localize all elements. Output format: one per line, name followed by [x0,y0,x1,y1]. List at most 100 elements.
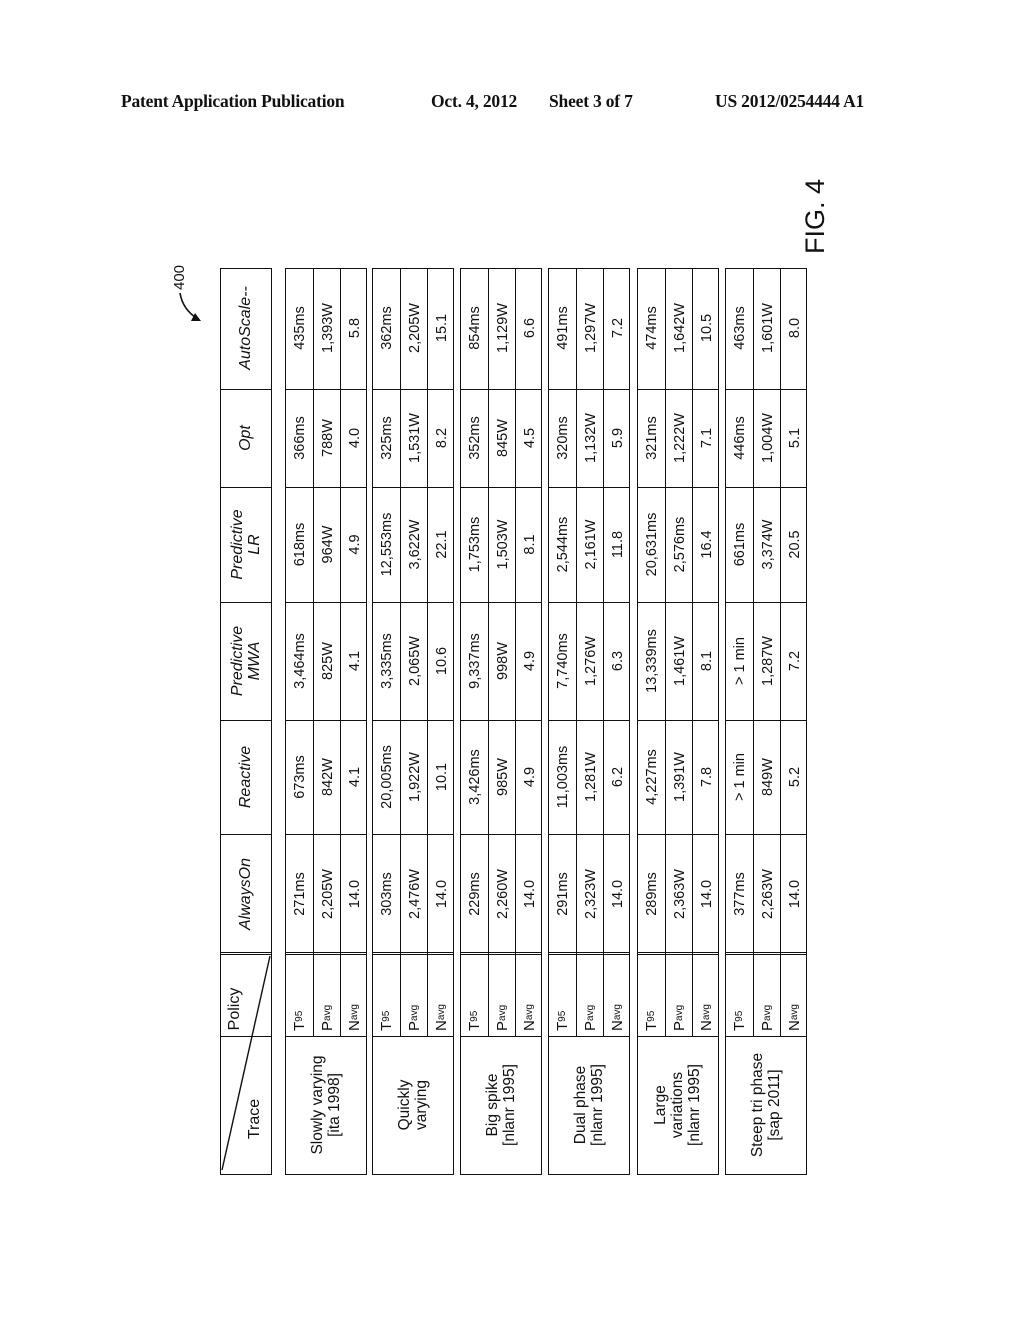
table-cell: 854ms [467,306,483,350]
metric-label: Navg [520,1004,538,1031]
table-cell: 4.1 [346,766,363,788]
trace-group: Slowly varying [ita 1998] T 95 271ms 673ms 3,4… [285,268,367,1175]
table-cell: 788W [319,419,336,457]
table-cell: 5.2 [786,766,803,788]
policy-header: Predictive LR [221,487,270,602]
metric-label: Navg [608,1004,626,1031]
trace-label: Steep tri phase [sap 2011] [726,1036,805,1174]
policy-header: AlwaysOn [221,834,270,954]
policy-name-line1: Opt [237,425,254,451]
table-cell: 1,132W [582,413,599,463]
table-cell: 8.2 [433,427,450,449]
table-cell: 3,622W [406,519,423,570]
table-cell: 303ms [379,872,395,916]
table-cell: 7,740ms [555,633,571,689]
metric-label: Pavg [670,1004,688,1031]
table-cell: 10.1 [433,762,450,792]
results-table: Trace Policy AlwaysOn Reactive Predictive MWA… [220,268,807,1175]
trace-label-line: [sap 2011] [765,1069,783,1141]
trace-label-line: [nlanr 1995] [686,1064,703,1146]
metric-symbol: T [378,1021,395,1031]
metric-label: Navg [432,1004,450,1031]
metric-label: Pavg [493,1004,511,1031]
table-header: Trace Policy AlwaysOn Reactive Predictive MWA… [220,268,272,1175]
metric-label: Navg [785,1004,803,1031]
trace-label: Large variations [nlanr 1995] [638,1036,717,1174]
table-cell: 4.1 [346,650,363,672]
metric-symbol: T [731,1021,748,1031]
table-cell: 842W [319,758,336,796]
table-cell: 7.2 [786,650,803,672]
metric-symbol: P [758,1020,776,1031]
table-cell: 9,337ms [467,633,483,689]
metric-label: T 95 [378,1010,395,1031]
trace-label-line: [ita 1998] [325,1073,343,1137]
metric-label: Navg [697,1004,715,1031]
table-cell: 325ms [379,416,395,460]
policy-name-line1: Predictive [228,625,246,697]
policy-name-line1: AlwaysOn [237,857,254,931]
table-cell: 474ms [644,306,660,350]
table-cell: 14.0 [698,879,715,909]
policy-name-line1: Reactive [237,745,254,809]
table-cell: 2,205W [406,303,423,353]
table-cell: 6.6 [521,317,538,339]
patent-number: US 2012/0254444 A1 [715,91,865,111]
table-cell: 5.8 [346,317,363,339]
table-cell: 845W [494,419,511,457]
policy-name-line1: AutoScale-- [237,286,254,370]
table-cell: 3,426ms [467,749,483,805]
table-cell: 1,531W [406,413,423,463]
table-cell: 435ms [292,306,308,350]
table-cell: 362ms [379,306,395,350]
metric-label: Pavg [405,1004,423,1031]
policy-header: AutoScale-- [221,267,270,389]
table-cell: 2,323W [582,869,599,919]
publication-title: Patent Application Publication [121,91,345,111]
table-cell: 6.3 [609,650,626,672]
table-cell: 10.5 [698,313,715,343]
table-cell: 16.4 [698,530,715,559]
table-cell: 4.9 [521,766,538,788]
table-cell: 1,461W [671,636,688,686]
table-cell: 377ms [732,872,748,916]
table-cell: 2,363W [671,869,688,919]
trace-label-line: varying [412,1080,430,1130]
metric-label: Pavg [581,1004,599,1031]
metric-symbol: T [554,1021,571,1031]
trace-label-line: Quickly [395,1079,413,1131]
table-cell: 5.9 [609,427,626,449]
table-cell: 825W [319,642,336,680]
metric-symbol: N [432,1020,450,1031]
table-cell: 1,287W [759,636,776,686]
metric-symbol: N [697,1020,715,1031]
metric-symbol: N [345,1020,363,1031]
table-cell: 964W [319,525,336,564]
table-cell: 2,260W [494,869,511,919]
policy-header: Predictive MWA [221,602,270,720]
corner-trace-label: Trace [246,1098,263,1140]
table-cell: 352ms [467,416,483,460]
table-cell: 4,227ms [644,749,660,805]
table-cell: 491ms [555,306,571,350]
table-cell: 1,276W [582,636,599,686]
reference-arrow-icon [179,292,201,321]
table-cell: 1,222W [671,413,688,463]
policy-header: Opt [221,389,270,487]
table-cell: 14.0 [346,879,363,909]
table-cell: 463ms [732,306,748,350]
metric-symbol: P [318,1020,336,1031]
table-cell: 14.0 [609,879,626,909]
metric-symbol: N [608,1020,626,1031]
metric-label: T 95 [554,1010,571,1031]
table-cell: 320ms [555,416,571,460]
table-cell: 7.1 [698,427,715,449]
trace-group: Big spike [nlanr 1995] T 95 229ms 3,426ms 9,33… [460,268,542,1175]
table-cell: 229ms [467,872,483,916]
table-cell: 14.0 [521,879,538,909]
metric-label: T 95 [291,1010,308,1031]
table-cell: 8.1 [698,650,715,672]
metric-symbol: T [291,1021,308,1031]
trace-label-line: [nlanr 1995] [500,1064,518,1146]
table-cell: 1,129W [494,303,511,353]
